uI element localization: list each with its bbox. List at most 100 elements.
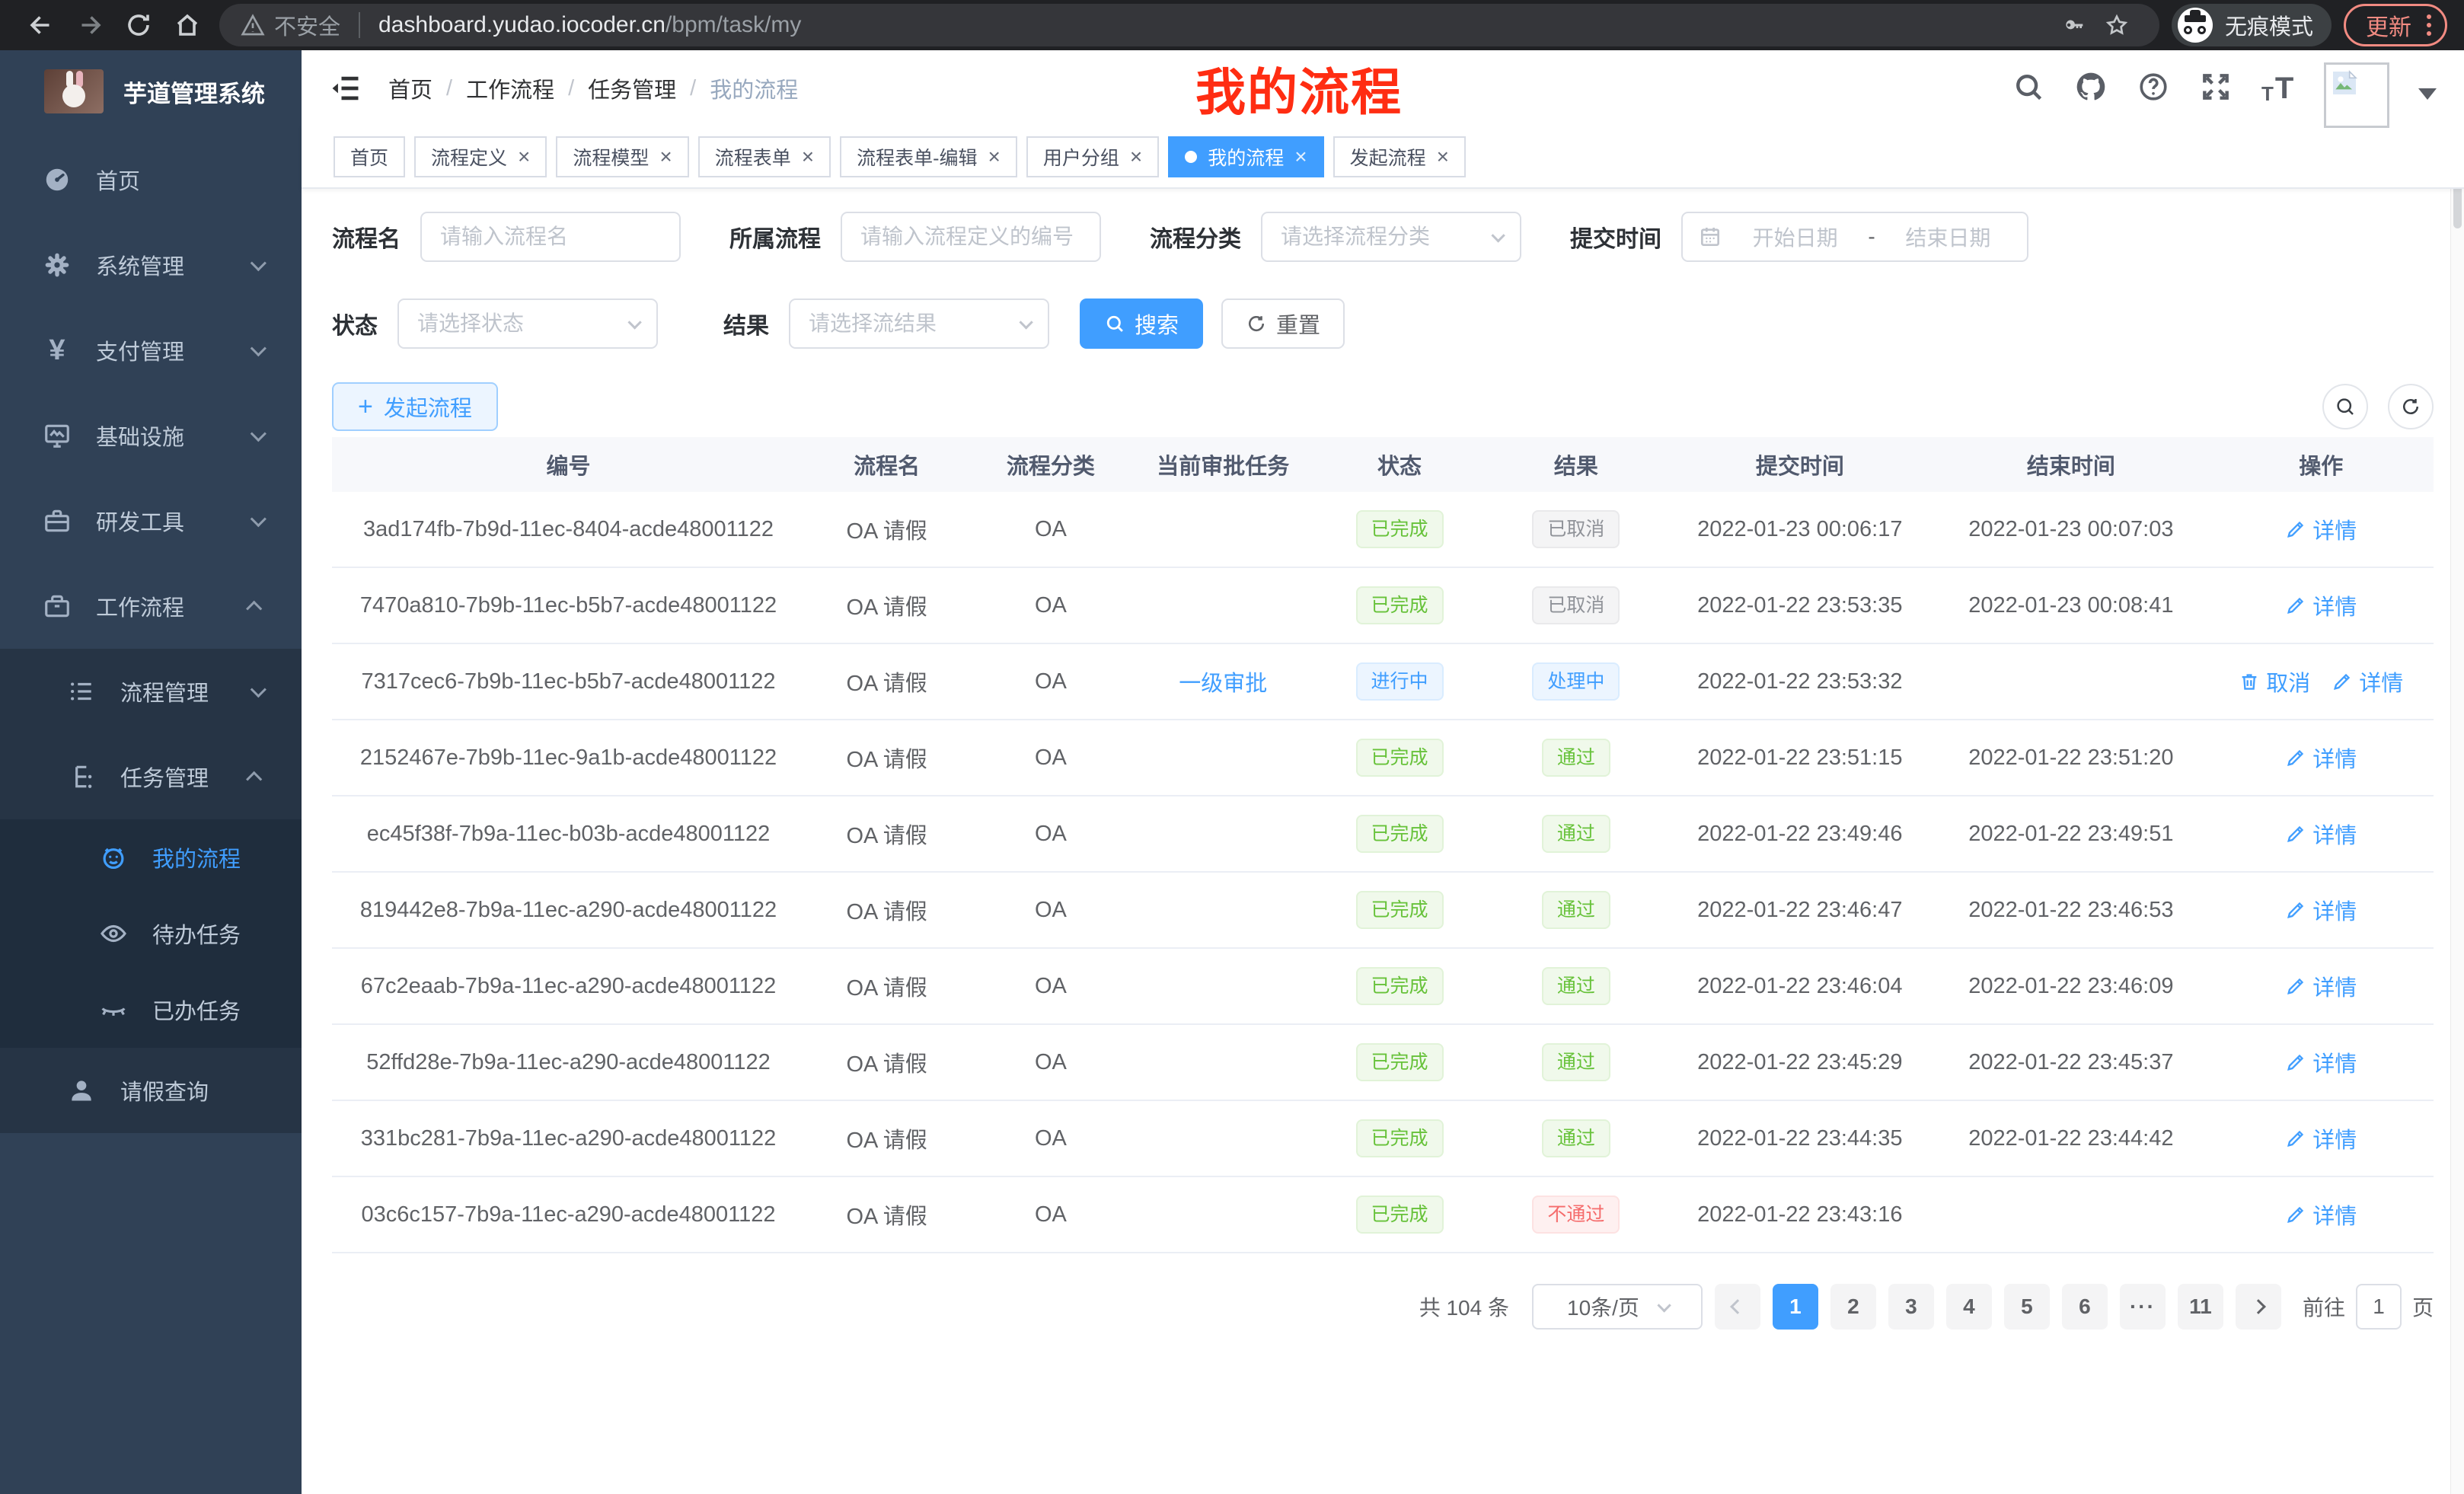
avatar-caret-icon[interactable] bbox=[2418, 88, 2437, 100]
page-ellipsis[interactable]: ··· bbox=[2120, 1284, 2166, 1330]
page-button-2[interactable]: 2 bbox=[1830, 1284, 1876, 1330]
page-button-5[interactable]: 5 bbox=[2004, 1284, 2050, 1330]
table-row: 67c2eaab-7b9a-11ec-a290-acde48001122OA 请… bbox=[332, 949, 2434, 1025]
password-key-icon[interactable] bbox=[2053, 8, 2095, 42]
home-icon[interactable] bbox=[163, 4, 212, 46]
tab-close-icon[interactable]: × bbox=[659, 146, 672, 168]
filter-category-label: 流程分类 bbox=[1150, 220, 1241, 254]
back-icon[interactable] bbox=[17, 4, 65, 46]
status-select[interactable] bbox=[397, 298, 658, 349]
sidebar-item-leave-query[interactable]: 请假查询 bbox=[0, 1048, 302, 1133]
prev-page-button[interactable] bbox=[1715, 1284, 1760, 1330]
tab-close-icon[interactable]: × bbox=[1130, 146, 1142, 168]
next-page-button[interactable] bbox=[2236, 1284, 2281, 1330]
browser-menu-icon[interactable] bbox=[2427, 14, 2431, 36]
sidebar-fold-icon[interactable] bbox=[329, 72, 362, 105]
bookmark-star-icon[interactable] bbox=[2095, 8, 2138, 42]
breadcrumb-task-mgmt[interactable]: 任务管理 bbox=[588, 72, 676, 104]
process-category-cell: OA bbox=[969, 898, 1132, 923]
tab-流程定义[interactable]: 流程定义× bbox=[414, 136, 547, 177]
avatar[interactable] bbox=[2324, 62, 2389, 128]
help-icon[interactable] bbox=[2137, 70, 2170, 104]
tab-close-icon[interactable]: × bbox=[802, 146, 814, 168]
tab-首页[interactable]: 首页 bbox=[334, 136, 405, 177]
detail-action-link[interactable]: 详情 bbox=[2285, 970, 2357, 1002]
submit-time-range-picker[interactable]: 开始日期 - 结束日期 bbox=[1681, 212, 2028, 262]
detail-action-link[interactable]: 详情 bbox=[2285, 818, 2357, 850]
show-search-toggle-button[interactable] bbox=[2322, 384, 2368, 429]
detail-action-link[interactable]: 详情 bbox=[2285, 589, 2357, 621]
detail-action-link[interactable]: 详情 bbox=[2285, 1046, 2357, 1078]
github-icon[interactable] bbox=[2074, 70, 2108, 104]
sidebar-item-process-mgmt[interactable]: 流程管理 bbox=[0, 649, 302, 734]
goto-page-input[interactable] bbox=[2356, 1284, 2402, 1330]
chevron-down-icon bbox=[251, 340, 267, 356]
page-button-4[interactable]: 4 bbox=[1946, 1284, 1992, 1330]
tab-close-icon[interactable]: × bbox=[1437, 146, 1449, 168]
page-button-11[interactable]: 11 bbox=[2178, 1284, 2223, 1330]
detail-action-link[interactable]: 详情 bbox=[2285, 742, 2357, 774]
page-button-3[interactable]: 3 bbox=[1888, 1284, 1934, 1330]
scrollbar[interactable] bbox=[2450, 50, 2464, 1494]
range-separator: - bbox=[1868, 225, 1875, 249]
detail-action-link[interactable]: 详情 bbox=[2285, 1122, 2357, 1154]
breadcrumb-home[interactable]: 首页 bbox=[388, 72, 432, 104]
tab-用户分组[interactable]: 用户分组× bbox=[1026, 136, 1159, 177]
row-actions: 详情 bbox=[2285, 589, 2357, 621]
sidebar-item-task-mgmt[interactable]: 任务管理 bbox=[0, 734, 302, 819]
breadcrumb-workflow[interactable]: 工作流程 bbox=[466, 72, 554, 104]
page-button-6[interactable]: 6 bbox=[2062, 1284, 2108, 1330]
detail-action-link[interactable]: 详情 bbox=[2285, 513, 2357, 545]
status-cell: 已完成 bbox=[1313, 586, 1486, 624]
tab-close-icon[interactable]: × bbox=[518, 146, 530, 168]
current-task-link[interactable]: 一级审批 bbox=[1179, 666, 1267, 698]
search-icon[interactable] bbox=[2012, 70, 2045, 104]
active-tab-dot bbox=[1185, 151, 1197, 163]
yen-icon: ¥ bbox=[43, 336, 72, 365]
detail-action-link[interactable]: 详情 bbox=[2332, 666, 2403, 698]
result-select[interactable] bbox=[789, 298, 1049, 349]
refresh-table-button[interactable] bbox=[2388, 384, 2434, 429]
sidebar-item-done-tasks[interactable]: 已办任务 bbox=[0, 972, 302, 1048]
sidebar-item-system[interactable]: 系统管理 bbox=[0, 222, 302, 308]
sidebar-item-label: 研发工具 bbox=[96, 505, 251, 537]
detail-action-link[interactable]: 详情 bbox=[2285, 1199, 2357, 1231]
sidebar-item-todo-tasks[interactable]: 待办任务 bbox=[0, 895, 302, 972]
table-row: 7470a810-7b9b-11ec-b5b7-acde48001122OA 请… bbox=[332, 568, 2434, 644]
category-select[interactable] bbox=[1261, 212, 1521, 262]
sidebar-item-infrastructure[interactable]: 基础设施 bbox=[0, 393, 302, 478]
start-date-placeholder[interactable]: 开始日期 bbox=[1732, 222, 1859, 252]
sidebar-item-my-process[interactable]: 我的流程 bbox=[0, 819, 302, 895]
tab-close-icon[interactable]: × bbox=[1294, 146, 1307, 168]
tab-流程表单[interactable]: 流程表单× bbox=[698, 136, 831, 177]
reset-button[interactable]: 重置 bbox=[1221, 298, 1345, 349]
end-date-placeholder[interactable]: 结束日期 bbox=[1885, 222, 2012, 252]
address-bar[interactable]: 不安全 dashboard.yudao.iocoder.cn /bpm/task… bbox=[219, 4, 2159, 46]
create-process-button[interactable]: + 发起流程 bbox=[332, 382, 498, 431]
tab-我的流程[interactable]: 我的流程× bbox=[1168, 136, 1323, 177]
sidebar-item-payment[interactable]: ¥ 支付管理 bbox=[0, 308, 302, 393]
sidebar-item-workflow[interactable]: 工作流程 bbox=[0, 563, 302, 649]
cancel-action-link[interactable]: 取消 bbox=[2239, 666, 2310, 698]
tab-close-icon[interactable]: × bbox=[988, 146, 1000, 168]
col-id: 编号 bbox=[332, 449, 805, 480]
process-name-cell: OA 请假 bbox=[805, 1122, 969, 1154]
sidebar-item-devtools[interactable]: 研发工具 bbox=[0, 478, 302, 563]
search-button[interactable]: 搜索 bbox=[1080, 298, 1203, 349]
reload-icon[interactable] bbox=[114, 4, 163, 46]
result-badge: 已取消 bbox=[1532, 586, 1620, 624]
process-def-input[interactable] bbox=[860, 225, 1081, 249]
tab-发起流程[interactable]: 发起流程× bbox=[1333, 136, 1466, 177]
process-name-input[interactable] bbox=[440, 225, 661, 249]
page-size-select[interactable]: 10条/页 bbox=[1532, 1284, 1703, 1330]
tab-流程模型[interactable]: 流程模型× bbox=[556, 136, 688, 177]
sidebar-item-home[interactable]: 首页 bbox=[0, 137, 302, 222]
page-button-1[interactable]: 1 bbox=[1773, 1284, 1818, 1330]
action-label: 取消 bbox=[2266, 666, 2310, 698]
fullscreen-icon[interactable] bbox=[2199, 70, 2233, 104]
browser-update-button[interactable]: 更新 bbox=[2344, 4, 2447, 46]
detail-action-link[interactable]: 详情 bbox=[2285, 894, 2357, 926]
forward-icon[interactable] bbox=[65, 4, 114, 46]
tab-流程表单-编辑[interactable]: 流程表单-编辑× bbox=[840, 136, 1017, 177]
font-size-icon[interactable]: TT bbox=[2261, 70, 2295, 104]
